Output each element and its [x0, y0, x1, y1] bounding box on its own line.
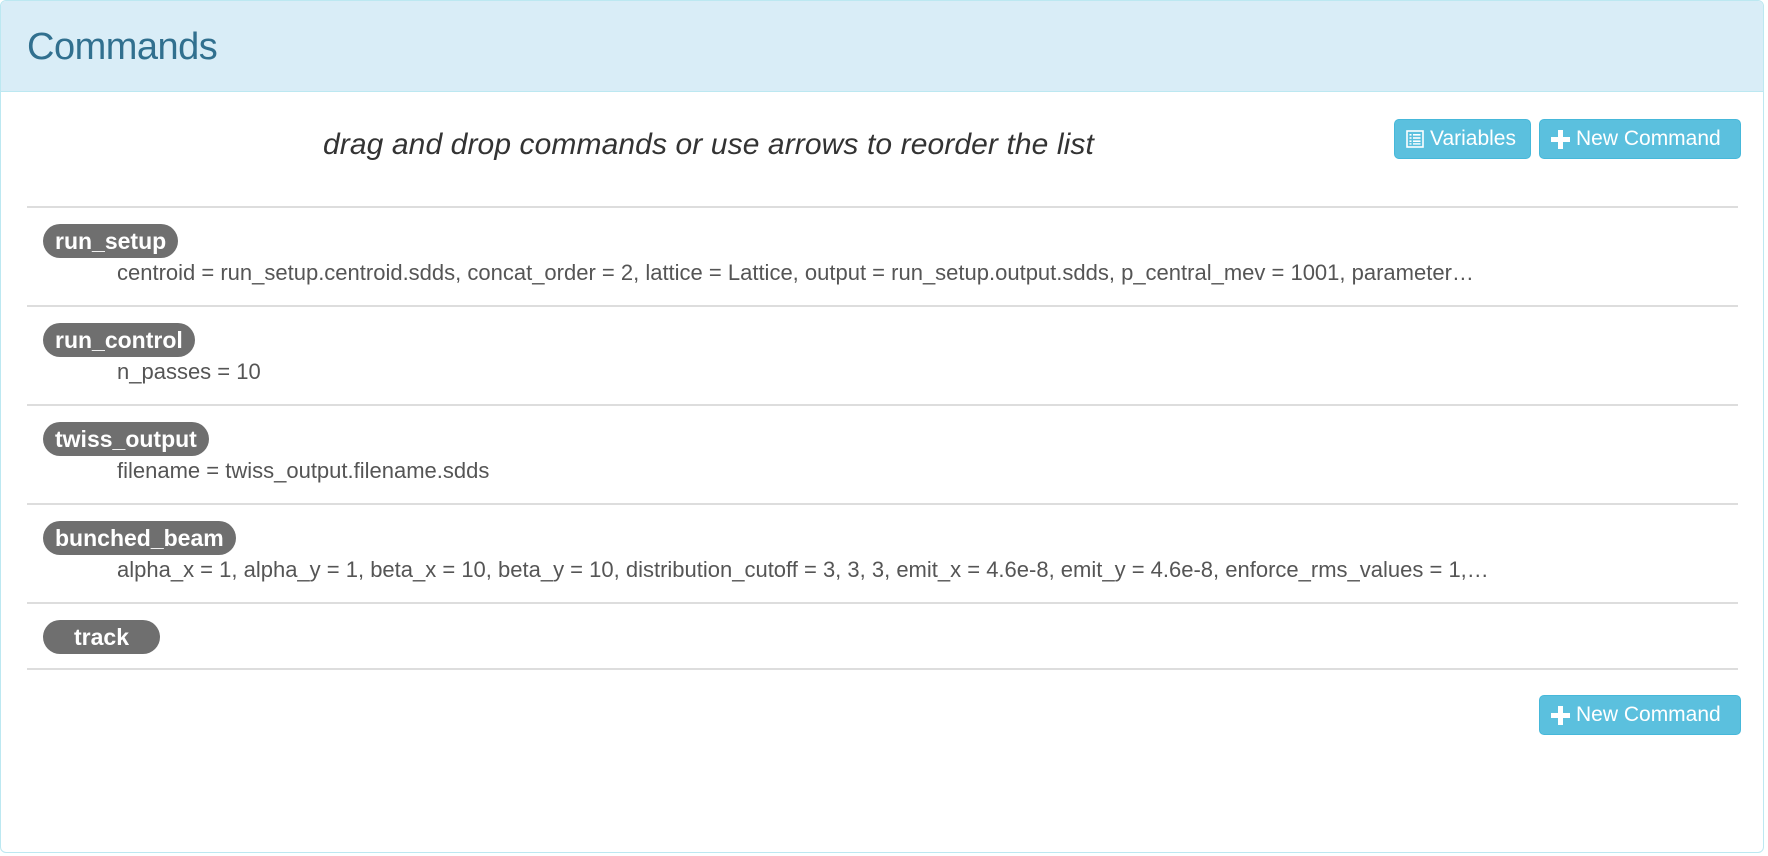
new-command-button-label: New Command	[1576, 127, 1721, 150]
command-params: filename = twiss_output.filename.sdds	[117, 458, 490, 483]
list-icon	[1406, 130, 1424, 148]
plus-icon	[1551, 705, 1570, 725]
variables-button[interactable]: Variables	[1394, 119, 1531, 159]
command-params: n_passes = 10	[117, 359, 261, 384]
command-badge[interactable]: track	[43, 620, 160, 654]
command-row-twiss-output[interactable]: twiss_output filename = twiss_output.fil…	[27, 406, 1738, 505]
new-command-button[interactable]: New Command	[1539, 119, 1741, 159]
commands-panel: Commands drag and drop commands or use a…	[0, 0, 1764, 853]
command-row-track[interactable]: track	[27, 604, 1738, 670]
command-row-run-setup[interactable]: run_setup centroid = run_setup.centroid.…	[27, 208, 1738, 307]
command-row-bunched-beam[interactable]: bunched_beam alpha_x = 1, alpha_y = 1, b…	[27, 505, 1738, 604]
new-command-button-bottom[interactable]: New Command	[1539, 695, 1741, 735]
reorder-hint: drag and drop commands or use arrows to …	[323, 128, 1094, 161]
command-list: run_setup centroid = run_setup.centroid.…	[27, 206, 1738, 670]
command-row-run-control[interactable]: run_control n_passes = 10	[27, 307, 1738, 406]
panel-title: Commands	[27, 25, 218, 68]
command-params: alpha_x = 1, alpha_y = 1, beta_x = 10, b…	[117, 557, 1489, 582]
new-command-button-label: New Command	[1576, 703, 1721, 726]
command-params: centroid = run_setup.centroid.sdds, conc…	[117, 260, 1474, 285]
toolbar: drag and drop commands or use arrows to …	[1, 92, 1763, 206]
command-badge[interactable]: twiss_output	[43, 422, 209, 456]
variables-button-label: Variables	[1430, 127, 1516, 150]
command-badge[interactable]: run_control	[43, 323, 195, 357]
plus-icon	[1551, 129, 1570, 149]
command-badge[interactable]: bunched_beam	[43, 521, 236, 555]
command-badge[interactable]: run_setup	[43, 224, 179, 258]
panel-heading: Commands	[1, 1, 1763, 92]
